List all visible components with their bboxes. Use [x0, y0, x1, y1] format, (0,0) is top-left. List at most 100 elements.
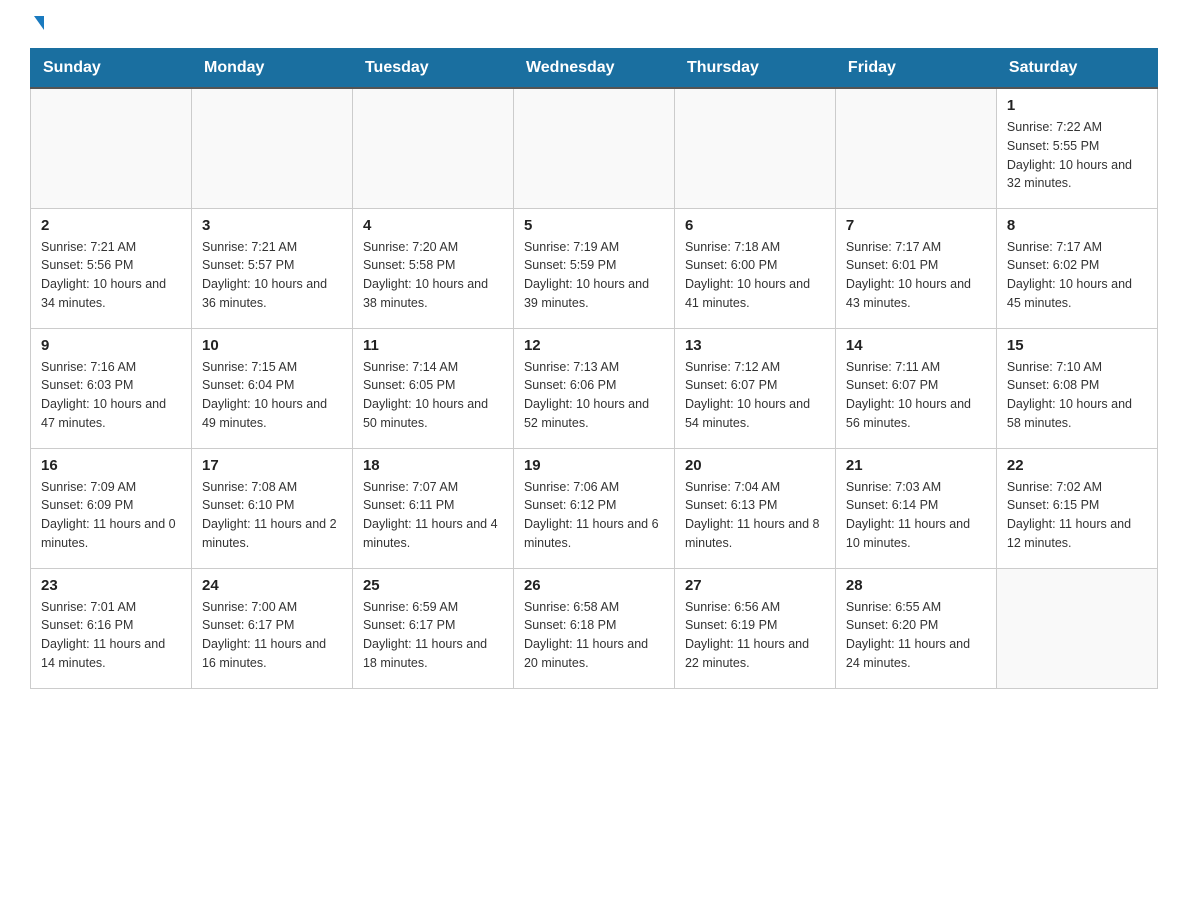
calendar-cell: 21Sunrise: 7:03 AM Sunset: 6:14 PM Dayli…	[835, 448, 996, 568]
day-number: 4	[363, 217, 503, 234]
day-number: 17	[202, 457, 342, 474]
calendar-cell: 18 Sunrise: 7:07 AM Sunset: 6:11 PM Dayli…	[352, 448, 513, 568]
day-number: 2	[41, 217, 181, 234]
calendar-cell: 9 Sunrise: 7:16 AM Sunset: 6:03 PM Daylig…	[31, 328, 192, 448]
day-info: Sunrise: 7:02 AM Sunset: 6:15 PM Dayligh…	[1007, 478, 1147, 553]
calendar-cell: 17 Sunrise: 7:08 AM Sunset: 6:10 PM Dayli…	[191, 448, 352, 568]
day-number: 15	[1007, 337, 1147, 354]
page-header	[30, 20, 1158, 28]
calendar-cell	[513, 88, 674, 208]
day-info: Sunrise: 6:56 AM Sunset: 6:19 PM Dayligh…	[685, 598, 825, 673]
day-number: 14	[846, 337, 986, 354]
day-info: Sunrise: 7:18 AM Sunset: 6:00 PM Dayligh…	[685, 238, 825, 313]
day-info: Sunrise: 6:58 AM Sunset: 6:18 PM Dayligh…	[524, 598, 664, 673]
calendar-cell: 12 Sunrise: 7:13 AM Sunset: 6:06 PM Dayli…	[513, 328, 674, 448]
day-info: Sunrise: 7:21 AM Sunset: 5:56 PM Dayligh…	[41, 238, 181, 313]
calendar-cell: 14 Sunrise: 7:11 AM Sunset: 6:07 PM Dayli…	[835, 328, 996, 448]
day-number: 19	[524, 457, 664, 474]
calendar-cell: 27 Sunrise: 6:56 AM Sunset: 6:19 PM Dayli…	[674, 568, 835, 688]
day-number: 12	[524, 337, 664, 354]
day-info: Sunrise: 7:04 AM Sunset: 6:13 PM Dayligh…	[685, 478, 825, 553]
calendar-cell	[674, 88, 835, 208]
day-info: Sunrise: 7:01 AM Sunset: 6:16 PM Dayligh…	[41, 598, 181, 673]
day-number: 28	[846, 577, 986, 594]
day-info: Sunrise: 7:17 AM Sunset: 6:01 PM Dayligh…	[846, 238, 986, 313]
calendar-cell	[31, 88, 192, 208]
day-info: Sunrise: 7:07 AM Sunset: 6:11 PM Dayligh…	[363, 478, 503, 553]
day-info: Sunrise: 7:20 AM Sunset: 5:58 PM Dayligh…	[363, 238, 503, 313]
calendar-header-row: SundayMondayTuesdayWednesdayThursdayFrid…	[31, 49, 1158, 89]
calendar-cell	[352, 88, 513, 208]
day-info: Sunrise: 6:55 AM Sunset: 6:20 PM Dayligh…	[846, 598, 986, 673]
day-number: 16	[41, 457, 181, 474]
day-info: Sunrise: 7:08 AM Sunset: 6:10 PM Dayligh…	[202, 478, 342, 553]
day-number: 6	[685, 217, 825, 234]
calendar-cell: 26Sunrise: 6:58 AM Sunset: 6:18 PM Dayli…	[513, 568, 674, 688]
day-number: 13	[685, 337, 825, 354]
calendar-cell: 28 Sunrise: 6:55 AM Sunset: 6:20 PM Dayli…	[835, 568, 996, 688]
calendar-table: SundayMondayTuesdayWednesdayThursdayFrid…	[30, 48, 1158, 689]
day-info: Sunrise: 7:00 AM Sunset: 6:17 PM Dayligh…	[202, 598, 342, 673]
day-number: 25	[363, 577, 503, 594]
day-number: 1	[1007, 97, 1147, 114]
logo	[30, 20, 44, 28]
calendar-cell: 25 Sunrise: 6:59 AM Sunset: 6:17 PM Dayli…	[352, 568, 513, 688]
calendar-week-row: 23 Sunrise: 7:01 AM Sunset: 6:16 PM Dayli…	[31, 568, 1158, 688]
day-info: Sunrise: 7:19 AM Sunset: 5:59 PM Dayligh…	[524, 238, 664, 313]
calendar-cell: 16 Sunrise: 7:09 AM Sunset: 6:09 PM Dayli…	[31, 448, 192, 568]
calendar-cell: 24Sunrise: 7:00 AM Sunset: 6:17 PM Dayli…	[191, 568, 352, 688]
calendar-cell: 6 Sunrise: 7:18 AM Sunset: 6:00 PM Daylig…	[674, 208, 835, 328]
calendar-cell: 2 Sunrise: 7:21 AM Sunset: 5:56 PM Daylig…	[31, 208, 192, 328]
calendar-cell: 3 Sunrise: 7:21 AM Sunset: 5:57 PM Daylig…	[191, 208, 352, 328]
day-of-week-header: Tuesday	[352, 49, 513, 89]
calendar-cell: 7 Sunrise: 7:17 AM Sunset: 6:01 PM Daylig…	[835, 208, 996, 328]
calendar-cell	[191, 88, 352, 208]
day-info: Sunrise: 7:13 AM Sunset: 6:06 PM Dayligh…	[524, 358, 664, 433]
day-number: 27	[685, 577, 825, 594]
day-info: Sunrise: 7:03 AM Sunset: 6:14 PM Dayligh…	[846, 478, 986, 553]
calendar-cell: 1 Sunrise: 7:22 AM Sunset: 5:55 PM Daylig…	[996, 88, 1157, 208]
day-of-week-header: Saturday	[996, 49, 1157, 89]
day-info: Sunrise: 7:12 AM Sunset: 6:07 PM Dayligh…	[685, 358, 825, 433]
day-number: 5	[524, 217, 664, 234]
calendar-week-row: 1 Sunrise: 7:22 AM Sunset: 5:55 PM Daylig…	[31, 88, 1158, 208]
calendar-cell	[835, 88, 996, 208]
day-info: Sunrise: 7:11 AM Sunset: 6:07 PM Dayligh…	[846, 358, 986, 433]
day-info: Sunrise: 7:06 AM Sunset: 6:12 PM Dayligh…	[524, 478, 664, 553]
day-number: 20	[685, 457, 825, 474]
day-info: Sunrise: 7:14 AM Sunset: 6:05 PM Dayligh…	[363, 358, 503, 433]
day-of-week-header: Friday	[835, 49, 996, 89]
calendar-cell: 15 Sunrise: 7:10 AM Sunset: 6:08 PM Dayli…	[996, 328, 1157, 448]
calendar-cell: 10 Sunrise: 7:15 AM Sunset: 6:04 PM Dayli…	[191, 328, 352, 448]
day-info: Sunrise: 7:15 AM Sunset: 6:04 PM Dayligh…	[202, 358, 342, 433]
calendar-cell: 5 Sunrise: 7:19 AM Sunset: 5:59 PM Daylig…	[513, 208, 674, 328]
calendar-week-row: 16 Sunrise: 7:09 AM Sunset: 6:09 PM Dayli…	[31, 448, 1158, 568]
day-info: Sunrise: 7:21 AM Sunset: 5:57 PM Dayligh…	[202, 238, 342, 313]
day-number: 23	[41, 577, 181, 594]
day-info: Sunrise: 6:59 AM Sunset: 6:17 PM Dayligh…	[363, 598, 503, 673]
logo-text	[30, 20, 44, 30]
day-number: 3	[202, 217, 342, 234]
calendar-cell: 22 Sunrise: 7:02 AM Sunset: 6:15 PM Dayli…	[996, 448, 1157, 568]
logo-triangle-icon	[34, 16, 44, 30]
calendar-cell: 19 Sunrise: 7:06 AM Sunset: 6:12 PM Dayli…	[513, 448, 674, 568]
day-info: Sunrise: 7:16 AM Sunset: 6:03 PM Dayligh…	[41, 358, 181, 433]
day-of-week-header: Monday	[191, 49, 352, 89]
day-of-week-header: Wednesday	[513, 49, 674, 89]
day-number: 22	[1007, 457, 1147, 474]
day-info: Sunrise: 7:22 AM Sunset: 5:55 PM Dayligh…	[1007, 118, 1147, 193]
day-of-week-header: Thursday	[674, 49, 835, 89]
calendar-cell: 23 Sunrise: 7:01 AM Sunset: 6:16 PM Dayli…	[31, 568, 192, 688]
day-number: 18	[363, 457, 503, 474]
day-number: 7	[846, 217, 986, 234]
day-info: Sunrise: 7:09 AM Sunset: 6:09 PM Dayligh…	[41, 478, 181, 553]
day-info: Sunrise: 7:10 AM Sunset: 6:08 PM Dayligh…	[1007, 358, 1147, 433]
calendar-cell: 20 Sunrise: 7:04 AM Sunset: 6:13 PM Dayli…	[674, 448, 835, 568]
calendar-week-row: 9 Sunrise: 7:16 AM Sunset: 6:03 PM Daylig…	[31, 328, 1158, 448]
calendar-cell: 8Sunrise: 7:17 AM Sunset: 6:02 PM Daylig…	[996, 208, 1157, 328]
calendar-week-row: 2 Sunrise: 7:21 AM Sunset: 5:56 PM Daylig…	[31, 208, 1158, 328]
day-number: 9	[41, 337, 181, 354]
calendar-cell: 11Sunrise: 7:14 AM Sunset: 6:05 PM Dayli…	[352, 328, 513, 448]
day-number: 10	[202, 337, 342, 354]
day-number: 8	[1007, 217, 1147, 234]
